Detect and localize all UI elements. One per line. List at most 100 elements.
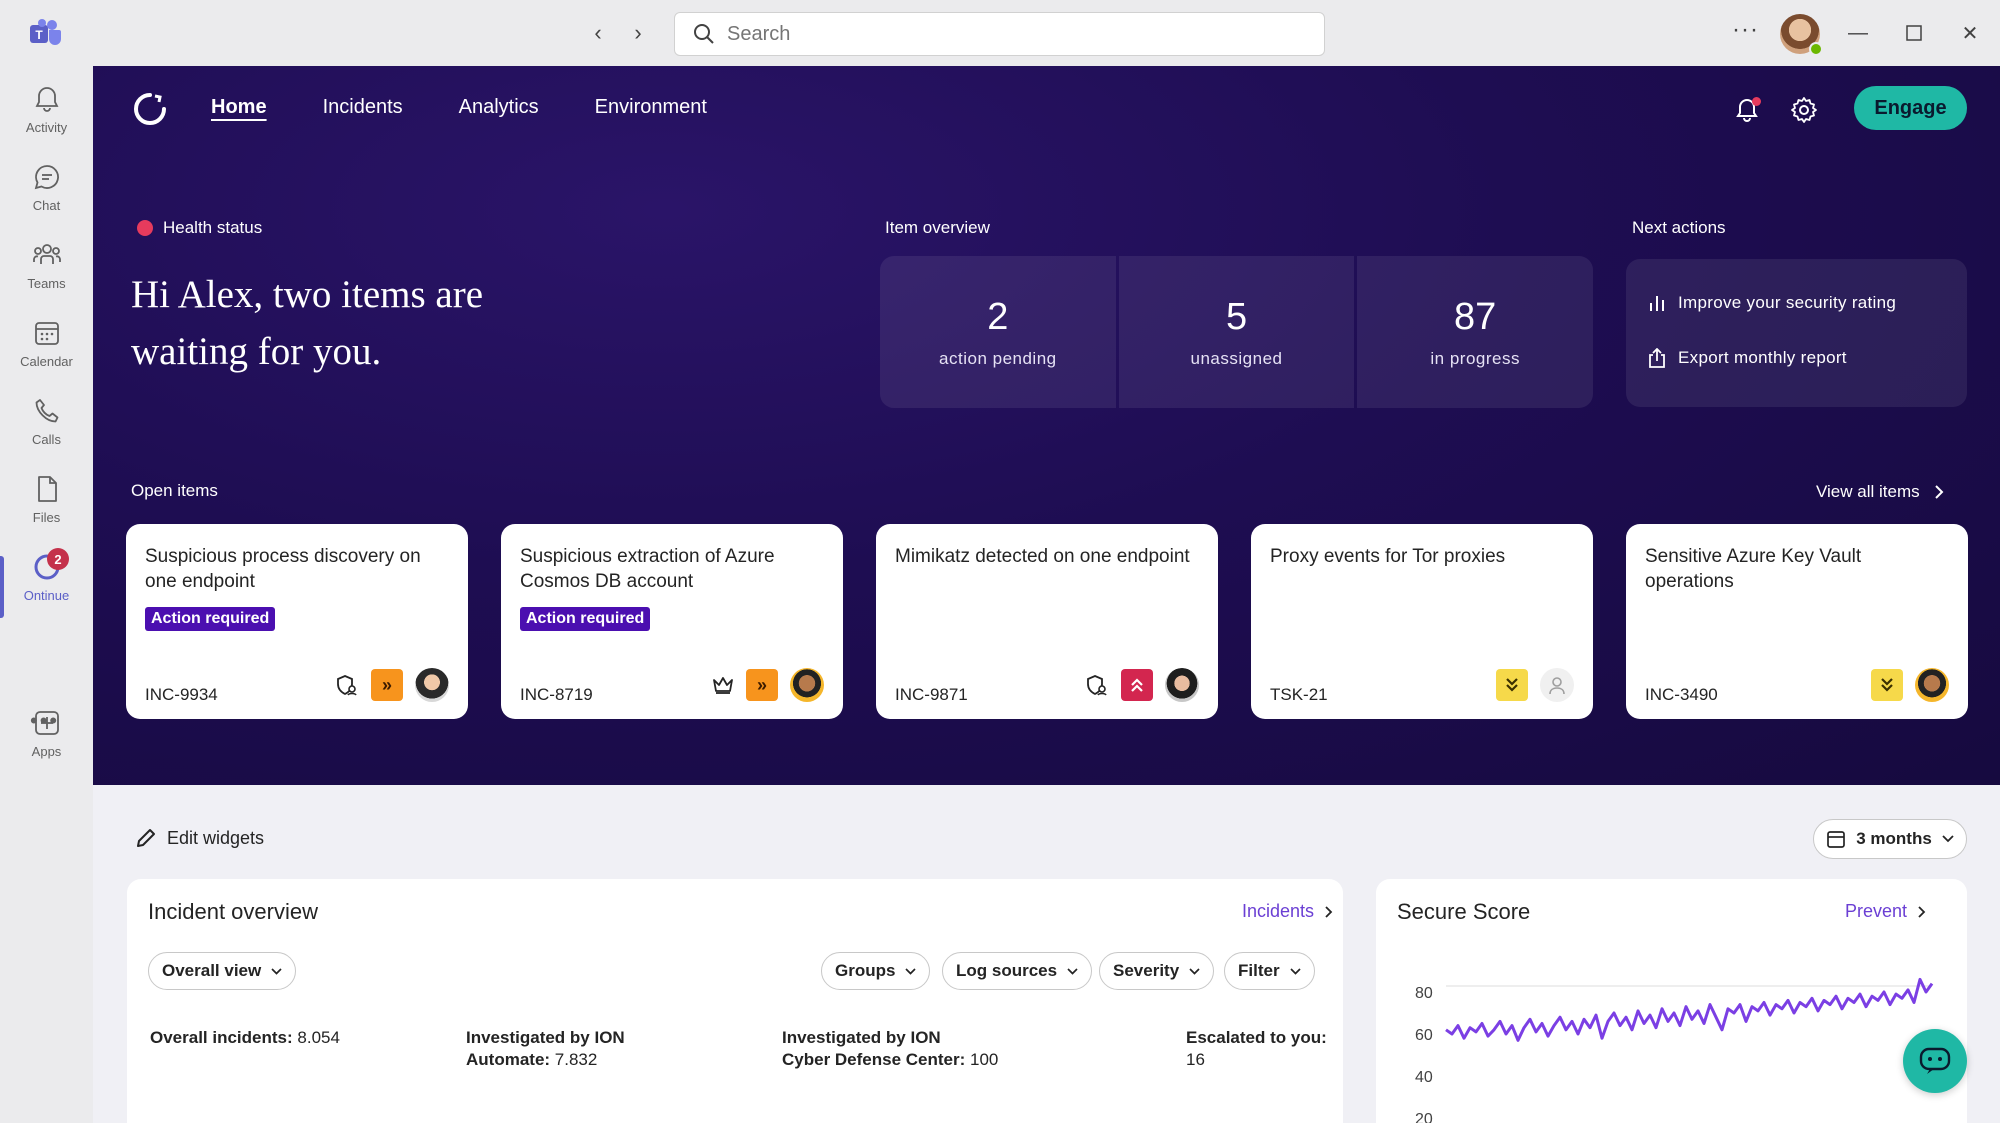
next-action-label: Improve your security rating	[1678, 293, 1897, 312]
log-sources-filter[interactable]: Log sources	[942, 952, 1093, 990]
teams-icon	[32, 244, 61, 264]
nav-analytics[interactable]: Analytics	[459, 96, 539, 119]
overview-value: 5	[1225, 295, 1248, 338]
overall-view-dropdown[interactable]: Overall view	[148, 952, 297, 990]
groups-filter[interactable]: Groups	[821, 952, 931, 990]
nav-home[interactable]: Home	[211, 96, 267, 119]
hero-section: Home Incidents Analytics Environment Eng…	[93, 66, 2000, 785]
priority-high-icon: »	[746, 669, 778, 701]
close-icon[interactable]: ✕	[1955, 18, 1985, 48]
incident-overview-widget: Incident overview Incidents Overall view…	[127, 879, 1343, 1123]
chatbot-button[interactable]	[1903, 1029, 1967, 1093]
nav-environment[interactable]: Environment	[595, 96, 707, 119]
export-icon	[1649, 348, 1665, 368]
rail-item-chat[interactable]: Chat	[0, 162, 93, 232]
more-options-icon[interactable]: ···	[1732, 16, 1759, 44]
assignee-avatar[interactable]	[1915, 668, 1949, 702]
overview-label: in progress	[1430, 348, 1520, 368]
next-actions-label: Next actions	[1632, 218, 1726, 237]
add-app-icon	[34, 711, 59, 735]
nav-incidents[interactable]: Incidents	[323, 96, 403, 119]
severity-filter[interactable]: Severity	[1099, 952, 1215, 990]
rail-item-calls[interactable]: Calls	[0, 396, 93, 466]
next-action-export-report[interactable]: Export monthly report	[1648, 344, 1945, 372]
overview-unassigned[interactable]: 5 unassigned	[1118, 256, 1355, 408]
user-avatar[interactable]	[1780, 14, 1823, 56]
widget-title: Incident overview	[148, 899, 318, 924]
settings-button[interactable]	[1786, 92, 1822, 128]
notifications-button[interactable]	[1729, 92, 1765, 128]
rail-label: Chat	[32, 198, 61, 213]
overview-label: unassigned	[1190, 348, 1283, 368]
rail-item-files[interactable]: Files	[0, 474, 93, 544]
overview-action-pending[interactable]: 2 action pending	[880, 256, 1116, 408]
incidents-link[interactable]: Incidents	[1242, 901, 1333, 922]
overview-in-progress[interactable]: 87 in progress	[1357, 256, 1594, 408]
rail-item-activity[interactable]: Activity	[0, 84, 93, 154]
filter-dropdown[interactable]: Filter	[1224, 952, 1315, 990]
chatbot-icon	[1919, 1047, 1951, 1074]
incident-card[interactable]: Suspicious extraction of Azure Cosmos DB…	[501, 524, 843, 719]
chat-icon	[34, 165, 59, 190]
stat-escalated: Escalated to you: 16	[1186, 1027, 1343, 1071]
edit-widgets-button[interactable]: Edit widgets	[135, 827, 264, 849]
stat-value: 8.054	[297, 1028, 340, 1047]
incident-card[interactable]: Suspicious process discovery on one endp…	[126, 524, 468, 719]
chevron-down-icon	[271, 967, 282, 975]
incident-card[interactable]: Mimikatz detected on one endpoint INC-98…	[876, 524, 1218, 719]
link-label: Incidents	[1242, 901, 1315, 921]
phone-icon	[35, 399, 58, 423]
maximize-icon[interactable]	[1899, 18, 1929, 48]
rail-item-ontinue[interactable]: 2 Ontinue	[0, 548, 93, 622]
ontinue-logo-icon[interactable]	[133, 92, 167, 126]
filter-label: Severity	[1113, 961, 1180, 980]
card-id: TSK-21	[1270, 685, 1328, 704]
card-title: Mimikatz detected on one endpoint	[895, 546, 1190, 567]
rail-item-apps[interactable]: Apps	[0, 708, 93, 778]
open-items-label: Open items	[131, 481, 218, 500]
filter-label: Filter	[1238, 961, 1280, 980]
secure-score-widget: Secure Score Prevent 80 60 40 20	[1376, 879, 1967, 1123]
engage-button[interactable]: Engage	[1854, 86, 1967, 130]
next-actions-panel: Improve your security rating Export mont…	[1626, 259, 1967, 407]
minimize-icon[interactable]: —	[1843, 18, 1873, 48]
open-items-list: Suspicious process discovery on one endp…	[126, 524, 1968, 719]
health-status[interactable]: Health status	[137, 218, 262, 238]
card-title: Sensitive Azure Key Vault operations	[1645, 546, 1862, 592]
bar-chart-icon	[1650, 296, 1664, 311]
pencil-icon	[137, 829, 155, 847]
assignee-avatar[interactable]	[1165, 668, 1199, 702]
assignee-avatar[interactable]	[415, 668, 449, 702]
rail-item-teams[interactable]: Teams	[0, 240, 93, 310]
rail-label: Ontinue	[23, 588, 70, 603]
next-action-improve-rating[interactable]: Improve your security rating	[1648, 289, 1945, 317]
health-status-dot	[137, 220, 153, 236]
search-icon	[694, 24, 714, 44]
search-input[interactable]	[727, 22, 1287, 46]
stat-label: Escalated to you:	[1186, 1028, 1327, 1047]
incident-card[interactable]: Sensitive Azure Key Vault operations INC…	[1626, 524, 1968, 719]
forward-arrow-icon[interactable]: ›	[623, 18, 653, 48]
rail-label: Teams	[27, 276, 66, 291]
search-box[interactable]	[674, 12, 1325, 56]
back-arrow-icon[interactable]: ‹	[583, 18, 613, 48]
crown-icon	[713, 677, 733, 694]
view-all-label: View all items	[1816, 482, 1920, 501]
card-title: Proxy events for Tor proxies	[1270, 546, 1506, 567]
gear-icon	[1791, 97, 1817, 123]
assignee-avatar[interactable]	[790, 668, 824, 702]
rail-item-calendar[interactable]: Calendar	[0, 318, 93, 388]
incident-card[interactable]: Proxy events for Tor proxies TSK-21	[1251, 524, 1593, 719]
stat-value: 7.832	[554, 1050, 598, 1069]
view-all-items-link[interactable]: View all items	[1816, 482, 1944, 502]
date-range-select[interactable]: 3 months	[1813, 819, 1967, 859]
stat-overall-incidents: Overall incidents: 8.054	[150, 1027, 340, 1049]
action-required-badge: Action required	[520, 607, 651, 631]
stat-investigated-cdc: Investigated by ION Cyber Defense Center…	[782, 1027, 998, 1071]
bell-icon	[35, 87, 58, 112]
unassigned-avatar[interactable]	[1540, 668, 1574, 702]
stat-value: 100	[970, 1050, 999, 1069]
presence-available-icon	[1809, 42, 1823, 56]
shield-person-icon	[337, 675, 357, 696]
shield-person-icon	[1087, 675, 1107, 696]
